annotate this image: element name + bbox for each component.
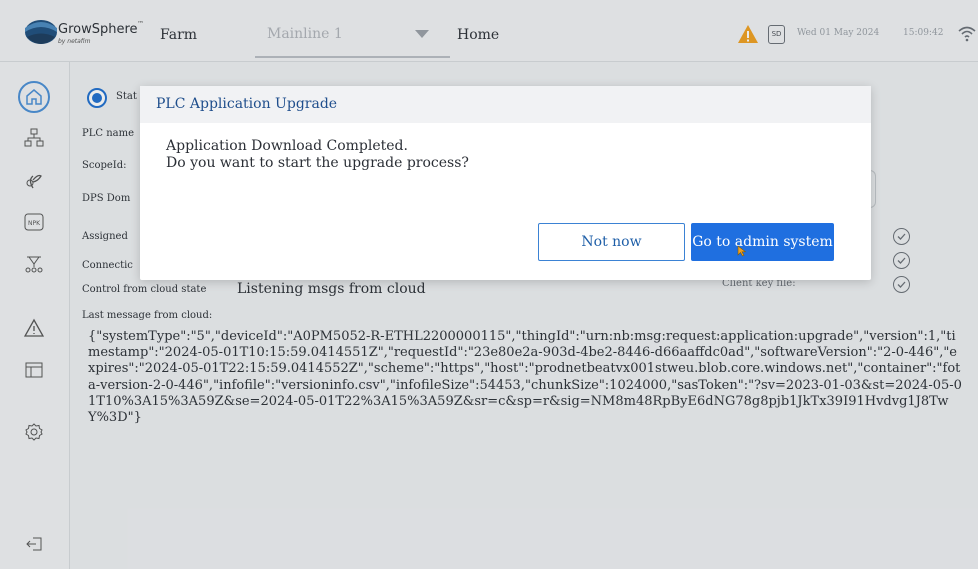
go-to-admin-button[interactable]: Go to admin system <box>691 223 834 261</box>
dialog-title: PLC Application Upgrade <box>156 96 338 112</box>
dialog-message-line2: Do you want to start the upgrade process… <box>166 155 469 171</box>
not-now-button[interactable]: Not now <box>538 223 685 261</box>
mouse-cursor-icon <box>737 245 747 257</box>
dialog-header: PLC Application Upgrade <box>140 86 871 123</box>
dialog-message-line1: Application Download Completed. <box>166 138 408 154</box>
plc-upgrade-dialog: PLC Application Upgrade Application Down… <box>140 86 871 280</box>
